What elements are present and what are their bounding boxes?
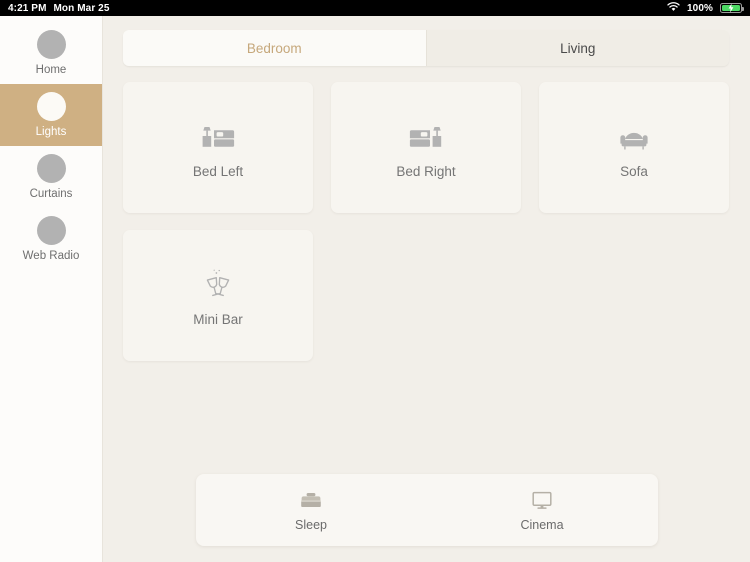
circle-icon xyxy=(36,30,66,59)
sofa-icon xyxy=(615,117,653,155)
status-bar: 4:21 PM Mon Mar 25 100% xyxy=(0,0,750,16)
device-card-bed-right[interactable]: Bed Right xyxy=(331,82,521,213)
status-date: Mon Mar 25 xyxy=(53,2,110,14)
status-time: 4:21 PM xyxy=(8,2,47,14)
circle-icon xyxy=(36,216,66,245)
room-tabs: Bedroom Living xyxy=(123,30,729,66)
bed-left-icon xyxy=(198,117,238,155)
tab-label: Living xyxy=(560,40,596,56)
scene-bar: Sleep Cinema xyxy=(195,474,658,546)
circle-icon xyxy=(36,92,66,121)
device-card-sofa[interactable]: Sofa xyxy=(539,82,729,213)
battery-percent: 100% xyxy=(687,2,713,14)
bed-icon xyxy=(298,488,324,512)
status-bar-left: 4:21 PM Mon Mar 25 xyxy=(8,3,110,14)
scene-label: Cinema xyxy=(520,518,564,532)
sidebar-item-label: Curtains xyxy=(29,188,73,200)
sidebar-item-label: Home xyxy=(35,64,67,76)
sidebar-item-home[interactable]: Home xyxy=(0,22,102,84)
tab-bedroom[interactable]: Bedroom xyxy=(123,30,426,66)
tab-living[interactable]: Living xyxy=(425,30,729,66)
main-content: Bedroom Living Bed Left Bed Right Sofa M… xyxy=(103,16,750,562)
device-card-bed-left[interactable]: Bed Left xyxy=(123,82,313,213)
device-card-label: Bed Right xyxy=(396,163,456,179)
sidebar: Home Lights Curtains Web Radio xyxy=(0,16,103,562)
monitor-icon xyxy=(530,488,554,512)
device-card-label: Bed Left xyxy=(192,163,244,179)
scene-label: Sleep xyxy=(295,518,327,532)
sidebar-item-label: Web Radio xyxy=(22,250,80,262)
sidebar-item-lights[interactable]: Lights xyxy=(0,84,102,146)
device-card-mini-bar[interactable]: Mini Bar xyxy=(123,230,313,361)
scene-button-cinema[interactable]: Cinema xyxy=(427,474,658,546)
bed-right-icon xyxy=(406,117,446,155)
device-grid: Bed Left Bed Right Sofa Mini Bar xyxy=(123,82,729,361)
tab-label: Bedroom xyxy=(246,40,302,56)
app-root: Home Lights Curtains Web Radio Bedroom L… xyxy=(0,16,750,562)
status-bar-right: 100% xyxy=(667,1,744,15)
circle-icon xyxy=(36,154,66,183)
battery-charging-icon xyxy=(720,3,744,13)
sidebar-item-curtains[interactable]: Curtains xyxy=(0,146,102,208)
wine-glasses-icon xyxy=(200,265,236,303)
wifi-icon xyxy=(667,1,680,15)
sidebar-item-label: Lights xyxy=(35,126,67,138)
scene-button-sleep[interactable]: Sleep xyxy=(196,474,427,546)
device-card-label: Mini Bar xyxy=(193,311,243,327)
sidebar-item-web-radio[interactable]: Web Radio xyxy=(0,208,102,270)
device-card-label: Sofa xyxy=(620,163,648,179)
